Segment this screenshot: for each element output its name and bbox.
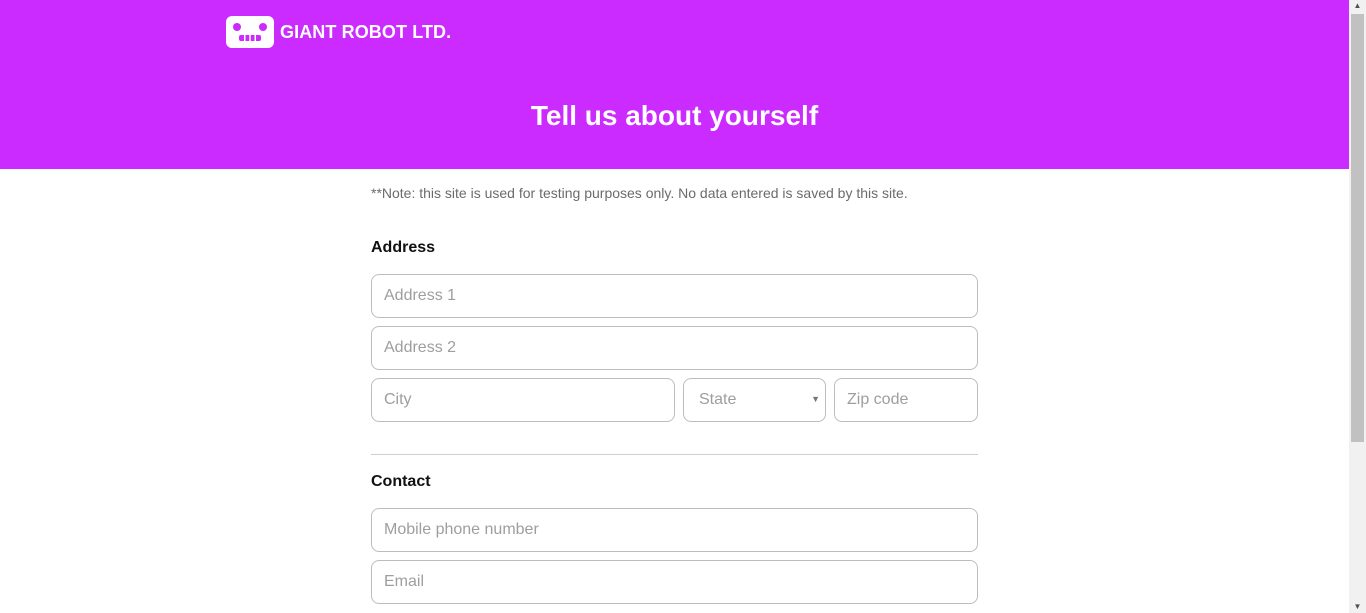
page-viewport: GIANT ROBOT LTD. Tell us about yourself … bbox=[0, 0, 1349, 613]
state-select-label: State bbox=[699, 391, 737, 408]
brand-name: GIANT ROBOT LTD. bbox=[280, 21, 452, 42]
mobile-phone-input[interactable] bbox=[371, 508, 978, 552]
email-input[interactable] bbox=[371, 560, 978, 604]
scroll-up-arrow-icon[interactable]: ▲ bbox=[1349, 0, 1366, 12]
brand[interactable]: GIANT ROBOT LTD. bbox=[226, 16, 451, 48]
page-title: Tell us about yourself bbox=[530, 100, 819, 131]
scroll-down-arrow-icon[interactable]: ▼ bbox=[1349, 601, 1366, 613]
page-header: GIANT ROBOT LTD. Tell us about yourself bbox=[0, 0, 1349, 169]
testing-note: **Note: this site is used for testing pu… bbox=[371, 185, 908, 201]
robot-face-icon bbox=[226, 16, 274, 48]
scrollbar-thumb[interactable] bbox=[1351, 14, 1364, 442]
section-divider bbox=[371, 454, 978, 455]
city-input[interactable] bbox=[371, 378, 675, 422]
zip-input[interactable] bbox=[834, 378, 978, 422]
page-scrollbar[interactable]: ▲ ▼ bbox=[1349, 0, 1366, 613]
address1-input[interactable] bbox=[371, 274, 978, 318]
address-heading: Address bbox=[371, 239, 436, 256]
chevron-down-icon: ▼ bbox=[811, 394, 820, 404]
contact-heading: Contact bbox=[371, 473, 431, 490]
state-select[interactable]: State ▼ bbox=[683, 378, 826, 422]
address2-input[interactable] bbox=[371, 326, 978, 370]
